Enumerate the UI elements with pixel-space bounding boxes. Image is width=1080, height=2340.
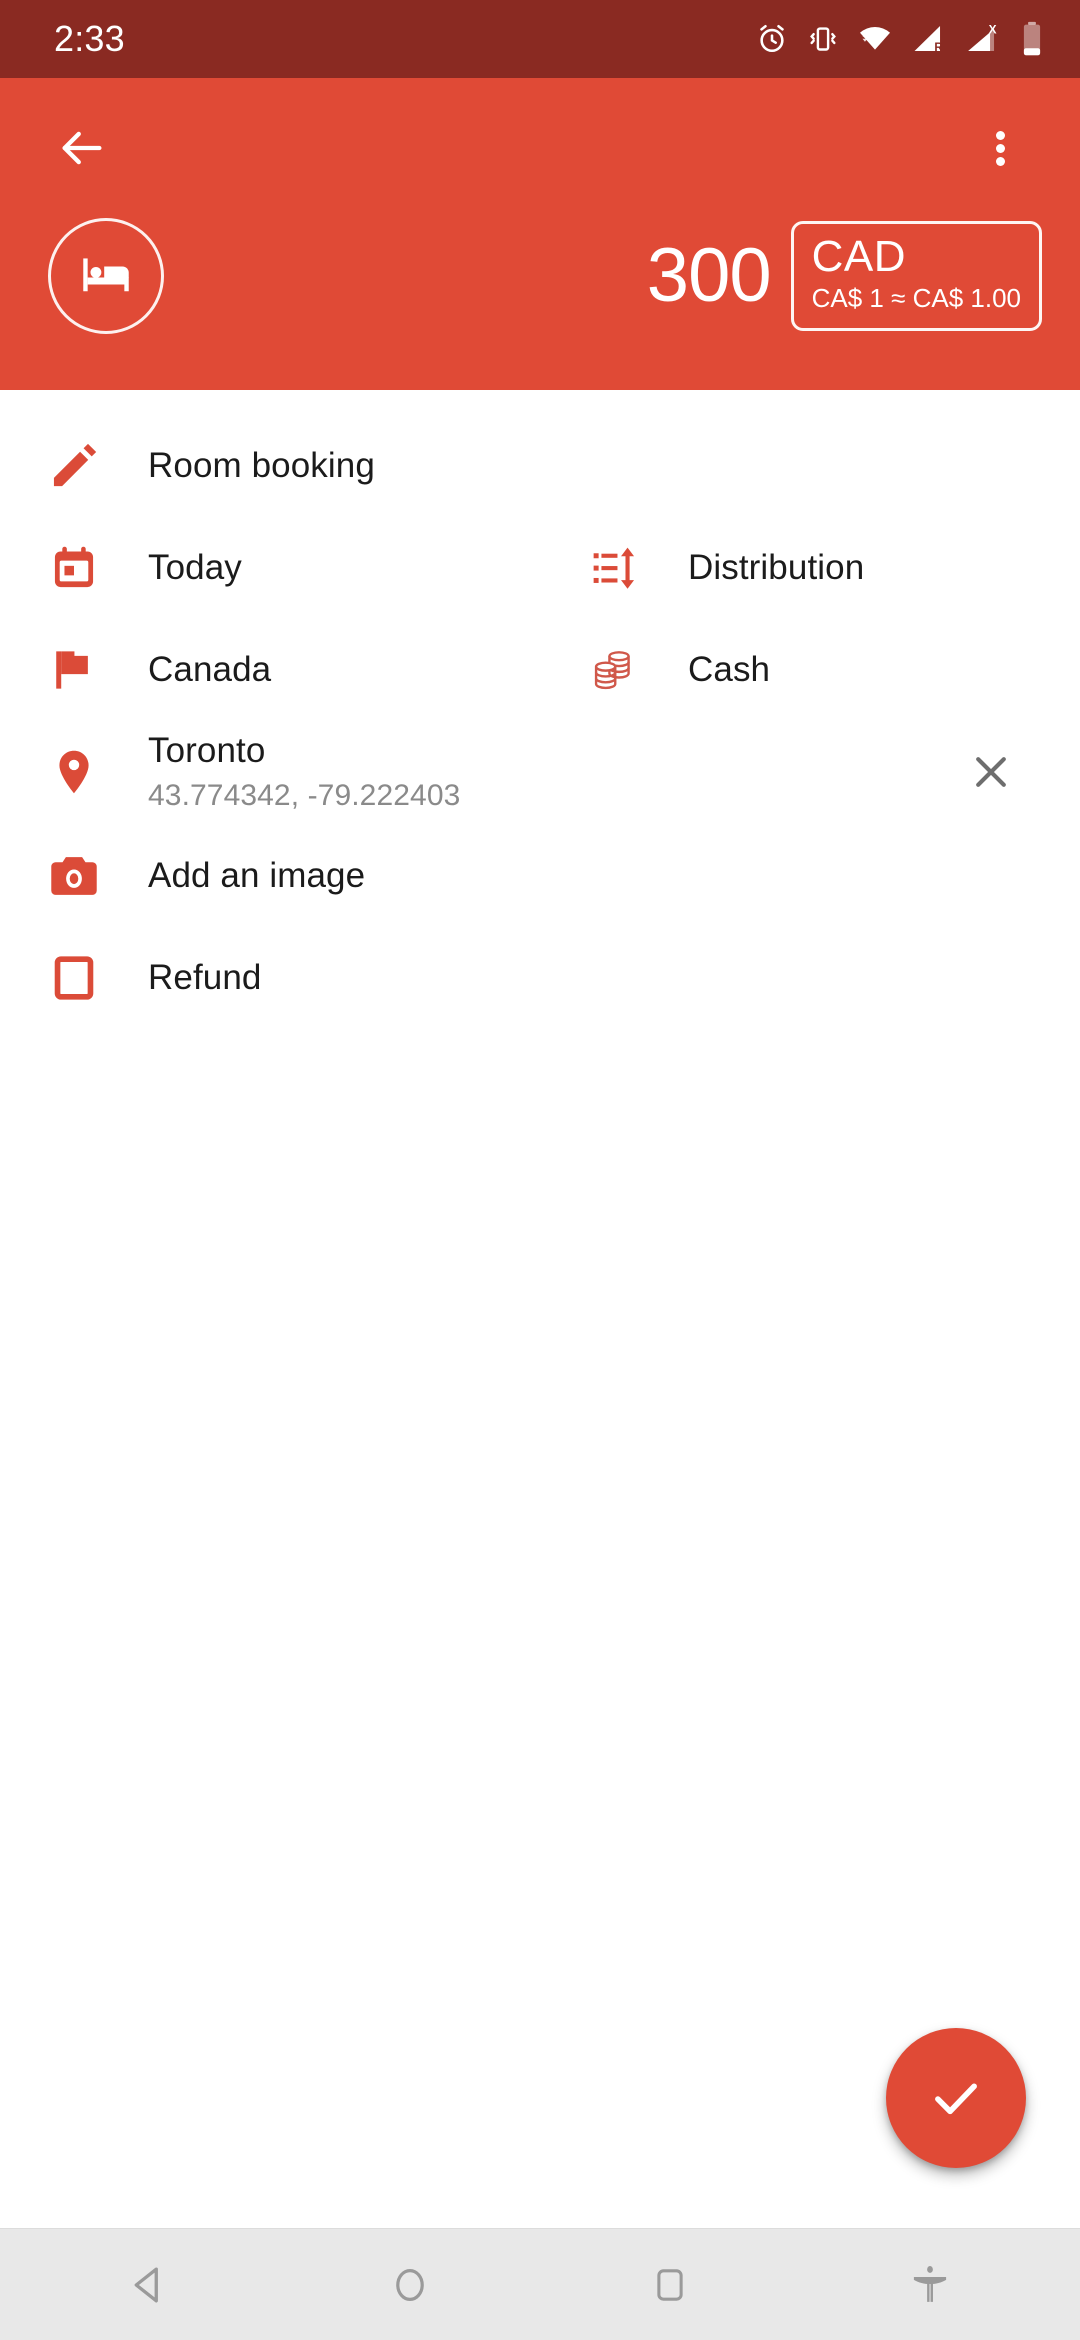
save-fab[interactable]	[886, 2028, 1026, 2168]
svg-text:R: R	[934, 41, 943, 54]
field-refund[interactable]: Refund	[0, 930, 1080, 1026]
currency-code: CAD	[811, 232, 907, 282]
location-text-block: Toronto 43.774342, -79.222403	[148, 731, 460, 813]
clear-location-button[interactable]	[946, 727, 1036, 817]
category-avatar[interactable]	[48, 218, 164, 334]
field-add-image[interactable]: Add an image	[0, 828, 1080, 924]
close-icon	[976, 757, 1006, 787]
nav-home-button[interactable]	[280, 2229, 540, 2340]
form-row-refund: Refund	[0, 930, 1080, 1026]
checkbox-unchecked-icon[interactable]	[0, 952, 148, 1004]
flag-icon	[0, 644, 148, 696]
form-content: Room booking Today Distribution Canada C…	[0, 390, 1080, 2228]
circle-home-icon	[396, 2268, 424, 2301]
amount-header: 300 CAD CA$ 1 ≈ CA$ 1.00	[0, 196, 1080, 390]
field-date[interactable]: Today	[0, 520, 540, 616]
field-location[interactable]: Toronto 43.774342, -79.222403	[0, 724, 1080, 820]
form-row-add-image: Add an image	[0, 828, 1080, 924]
field-description-label: Room booking	[148, 445, 375, 485]
field-payment-method-label: Cash	[688, 649, 771, 689]
location-pin-icon	[0, 747, 148, 797]
form-row-country-payment: Canada Cash	[0, 622, 1080, 718]
app-bar: 300 CAD CA$ 1 ≈ CA$ 1.00	[0, 78, 1080, 390]
more-vertical-icon	[995, 127, 1005, 170]
status-icon-group: R X	[755, 21, 1044, 57]
bed-icon	[83, 258, 129, 292]
arrow-left-icon	[62, 131, 102, 165]
coins-icon	[540, 645, 688, 695]
field-description[interactable]: Room booking	[0, 418, 1080, 514]
form-row-description: Room booking	[0, 418, 1080, 514]
amount-and-currency: 300 CAD CA$ 1 ≈ CA$ 1.00	[647, 221, 1042, 331]
accessibility-icon	[913, 2265, 947, 2302]
calendar-icon	[0, 542, 148, 594]
overflow-menu-button[interactable]	[958, 106, 1042, 190]
field-distribution[interactable]: Distribution	[540, 520, 1080, 616]
field-distribution-label: Distribution	[688, 547, 865, 587]
back-button[interactable]	[40, 106, 124, 190]
nav-recents-button[interactable]	[540, 2229, 800, 2340]
camera-icon	[0, 849, 148, 903]
field-add-image-label: Add an image	[148, 855, 366, 895]
field-country[interactable]: Canada	[0, 622, 540, 718]
signal-no-sim-icon: X	[963, 22, 1003, 56]
system-nav-bar	[0, 2228, 1080, 2340]
app-bar-actions	[0, 100, 1080, 196]
status-bar: 2:33 R X	[0, 0, 1080, 78]
battery-icon	[1020, 21, 1044, 57]
field-payment-method[interactable]: Cash	[540, 622, 1080, 718]
pencil-icon	[0, 438, 148, 494]
field-refund-label: Refund	[148, 957, 262, 997]
nav-accessibility-button[interactable]	[800, 2229, 1060, 2340]
status-clock: 2:33	[54, 18, 125, 59]
field-date-label: Today	[148, 547, 242, 587]
check-icon	[935, 2083, 977, 2115]
form-row-date-distribution: Today Distribution	[0, 520, 1080, 616]
wifi-icon	[857, 22, 893, 56]
nav-back-button[interactable]	[20, 2229, 280, 2340]
field-country-label: Canada	[148, 649, 272, 689]
square-recents-icon	[657, 2268, 683, 2301]
field-location-coordinates: 43.774342, -79.222403	[148, 779, 461, 813]
field-location-label: Toronto	[148, 730, 266, 770]
triangle-back-icon	[134, 2267, 158, 2302]
alarm-icon	[755, 22, 789, 56]
amount-value[interactable]: 300	[647, 238, 772, 314]
app-screen: 2:33 R X 300 CAD CA$ 1 ≈ CA$ 1.00 Room b…	[0, 0, 1080, 2340]
currency-rate: CA$ 1 ≈ CA$ 1.00	[811, 282, 1021, 313]
signal-roaming-icon: R	[910, 22, 946, 56]
currency-selector[interactable]: CAD CA$ 1 ≈ CA$ 1.00	[790, 221, 1042, 331]
distribution-icon	[540, 542, 688, 594]
svg-text:X: X	[989, 23, 997, 37]
vibrate-icon	[806, 22, 840, 56]
form-row-location: Toronto 43.774342, -79.222403	[0, 724, 1080, 820]
